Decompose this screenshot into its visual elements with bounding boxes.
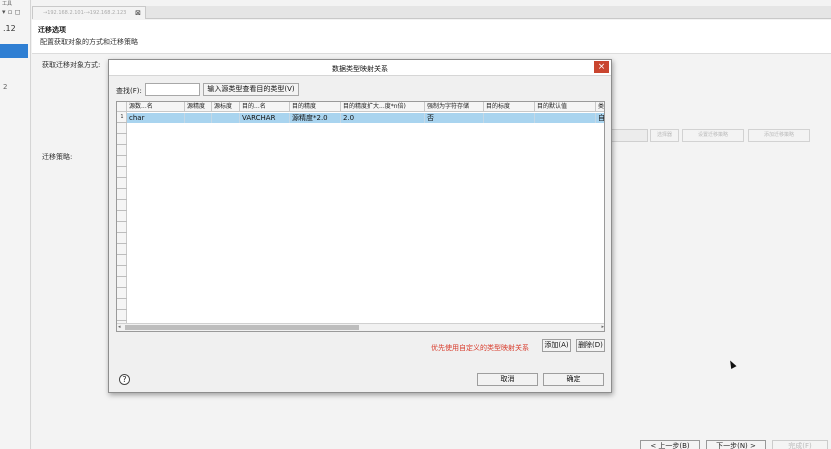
table-cell[interactable] <box>484 113 535 123</box>
row-number-cell[interactable] <box>117 123 127 134</box>
dialog-title-bar: 数据类型映射关系 × <box>109 60 611 76</box>
column-header[interactable]: 类 <box>596 102 604 112</box>
editor-tab[interactable]: →192.168.2.101-→192.168.2.123 ⊠ <box>32 6 146 19</box>
set-strategy-button[interactable]: 设置迁移策略 <box>682 129 744 142</box>
row-number-cell[interactable]: 1 <box>117 112 127 123</box>
mapping-table: 源数...名 源精度 源标度 目的...名 目的精度 目的精度扩大...度*n倍) 强制为字… <box>116 101 605 332</box>
editor-tab-label: →192.168.2.101-→192.168.2.123 <box>43 10 127 16</box>
panel-window-controls[interactable]: ▾ ▫ ◻ <box>2 8 21 16</box>
table-header: 源数...名 源精度 源标度 目的...名 目的精度 目的精度扩大...度*n倍) 强制为字… <box>117 102 604 112</box>
row-number-cell[interactable] <box>117 299 127 310</box>
find-label: 查找(F): <box>116 87 142 95</box>
table-cell[interactable] <box>212 113 240 123</box>
row-number-cell[interactable] <box>117 266 127 277</box>
column-header[interactable]: 源标度 <box>212 102 240 112</box>
strategy-label: 迁移策略: <box>42 153 73 161</box>
left-panel-top-mark: 工具 <box>2 1 13 7</box>
scrollbar-thumb[interactable] <box>125 325 359 330</box>
column-header[interactable]: 目的精度 <box>290 102 341 112</box>
wizard-header: 迁移选项 配置获取对象的方式和迁移策略 <box>32 20 831 54</box>
table-row[interactable]: char VARCHAR源精度*2.02.0否 自定 <box>127 113 604 123</box>
table-cell[interactable]: 源精度*2.0 <box>290 113 341 123</box>
row-number-cell[interactable] <box>117 288 127 299</box>
type-mapping-dialog: 数据类型映射关系 × 查找(F): 输入源类型查看目的类型(V) 源数...名源… <box>108 59 612 393</box>
column-header[interactable]: 源数...名 <box>127 102 185 112</box>
column-header[interactable]: 目的...名 <box>240 102 290 112</box>
scroll-left-icon[interactable]: ◂ <box>118 324 121 330</box>
row-number-cell[interactable] <box>117 178 127 189</box>
fetch-method-label: 获取迁移对象方式: <box>42 61 101 69</box>
add-strategy-button[interactable]: 添加迁移策略 <box>748 129 810 142</box>
dialog-title: 数据类型映射关系 <box>332 65 388 73</box>
selector-button[interactable]: 选择器 <box>650 129 679 142</box>
scroll-right-icon[interactable]: ▸ <box>601 324 604 330</box>
row-number-cell[interactable] <box>117 233 127 244</box>
horizontal-scrollbar[interactable]: ◂ ▸ <box>117 323 604 331</box>
cancel-button[interactable]: 取消 <box>477 373 538 386</box>
table-cell[interactable]: 否 <box>425 113 484 123</box>
column-header[interactable]: 目的精度扩大...度*n倍) <box>341 102 425 112</box>
row-number-column: 1 <box>117 112 127 324</box>
row-number-cell[interactable] <box>117 277 127 288</box>
row-number-cell[interactable] <box>117 134 127 145</box>
help-icon[interactable]: ? <box>119 374 130 385</box>
table-cell[interactable]: 2.0 <box>341 113 425 123</box>
add-button[interactable]: 添加(A) <box>542 339 571 352</box>
row-number-cell[interactable] <box>117 222 127 233</box>
row-number-cell[interactable] <box>117 145 127 156</box>
left-panel-number: 2 <box>3 83 8 91</box>
table-cell[interactable] <box>535 113 596 123</box>
find-input[interactable] <box>145 83 200 96</box>
row-number-cell[interactable] <box>117 211 127 222</box>
column-header[interactable]: 源精度 <box>185 102 212 112</box>
delete-button[interactable]: 删除(D) <box>576 339 605 352</box>
close-icon[interactable]: × <box>594 61 609 73</box>
column-header[interactable]: 目的默认值 <box>535 102 596 112</box>
wizard-section-desc: 配置获取对象的方式和迁移策略 <box>40 38 138 46</box>
row-number-cell[interactable] <box>117 200 127 211</box>
finish-button[interactable]: 完成(F) <box>772 440 828 449</box>
row-number-cell[interactable] <box>117 244 127 255</box>
table-cell[interactable]: char <box>127 113 185 123</box>
left-panel: 工具 ▾ ▫ ◻ .12 2 <box>0 0 31 449</box>
editor-tab-bar: →192.168.2.101-→192.168.2.123 ⊠ <box>32 6 831 19</box>
row-number-cell[interactable] <box>117 167 127 178</box>
wizard-section-title: 迁移选项 <box>38 26 66 34</box>
version-fragment: .12 <box>3 24 16 33</box>
row-number-cell[interactable] <box>117 156 127 167</box>
prev-button[interactable]: < 上一步(B) <box>640 440 700 449</box>
table-cell[interactable]: 自定 <box>596 113 604 123</box>
tab-close-icon[interactable]: ⊠ <box>135 9 141 17</box>
row-number-cell[interactable] <box>117 310 127 321</box>
table-cell[interactable]: VARCHAR <box>240 113 290 123</box>
row-number-cell[interactable] <box>117 189 127 200</box>
row-number-cell[interactable] <box>117 255 127 266</box>
custom-mapping-hint: 优先使用自定义的类型映射关系 <box>431 344 529 352</box>
table-corner <box>117 102 127 112</box>
table-cell[interactable] <box>185 113 212 123</box>
strategy-field[interactable] <box>610 129 648 142</box>
next-button[interactable]: 下一步(N) > <box>706 440 766 449</box>
column-header[interactable]: 目的标度 <box>484 102 535 112</box>
lookup-type-button[interactable]: 输入源类型查看目的类型(V) <box>203 83 299 96</box>
ok-button[interactable]: 确定 <box>543 373 604 386</box>
column-header[interactable]: 强制为字符存储 <box>425 102 484 112</box>
left-panel-selected-item[interactable] <box>0 44 28 58</box>
